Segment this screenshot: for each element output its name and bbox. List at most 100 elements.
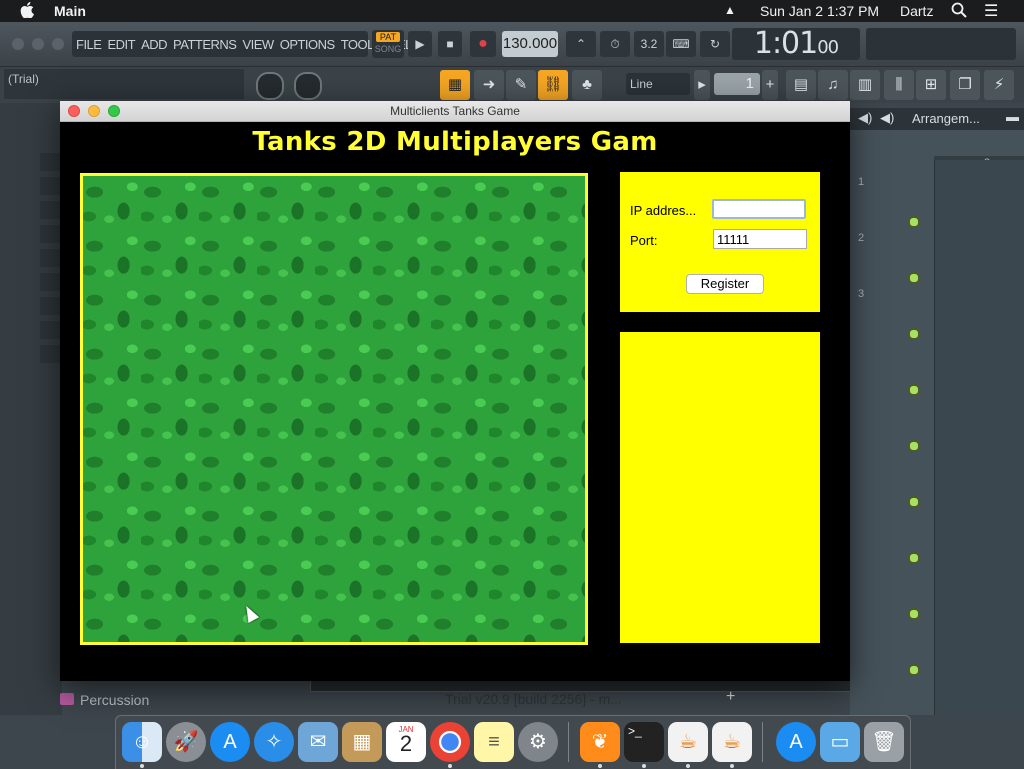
pencil-tool-icon[interactable]: ✎: [506, 70, 536, 100]
stop-icon[interactable]: ■: [438, 31, 462, 57]
arrangement-selector[interactable]: Arrangem...: [912, 111, 980, 126]
playlist-view-icon[interactable]: ▤: [786, 70, 816, 100]
app-store-icon[interactable]: A: [210, 722, 250, 762]
launchpad-icon[interactable]: 🚀: [166, 722, 206, 762]
ip-address-input[interactable]: [712, 199, 806, 219]
calendar-icon[interactable]: JAN 2: [386, 722, 426, 762]
fl-menu-file[interactable]: FILE: [76, 37, 102, 52]
plugin-icon[interactable]: ⚡: [984, 70, 1014, 100]
mixer-view-icon[interactable]: ⫼: [884, 70, 914, 100]
minimize-panel-icon[interactable]: ▬: [1006, 109, 1019, 124]
pattern-add-icon[interactable]: +: [762, 70, 778, 100]
loop-record-icon[interactable]: ↻: [700, 31, 730, 57]
browser-row[interactable]: [40, 273, 62, 291]
downloads-folder-icon[interactable]: ▭: [820, 722, 860, 762]
fl-menu-add[interactable]: ADD: [141, 37, 167, 52]
countdown-icon[interactable]: 3.2: [634, 31, 664, 57]
track-mute-led[interactable]: [908, 216, 920, 228]
pattern-selector[interactable]: 1: [714, 73, 760, 95]
browser-row[interactable]: [40, 321, 62, 339]
fl-menu-view[interactable]: VIEW: [242, 37, 274, 52]
browser-row[interactable]: [40, 177, 62, 195]
fl-window-close-dot[interactable]: [12, 38, 24, 50]
piano-roll-view-icon[interactable]: ♫: [818, 70, 848, 100]
channel-rack-view-icon[interactable]: ▥: [850, 70, 880, 100]
browser-view-icon[interactable]: ⊞: [916, 70, 946, 100]
game-heading: Tanks 2D Multiplayers Gam: [252, 127, 658, 157]
track-mute-led[interactable]: [908, 552, 920, 564]
wait-input-icon[interactable]: ⏱: [600, 31, 630, 57]
java-icon[interactable]: ☕: [668, 722, 708, 762]
record-icon[interactable]: ●: [470, 31, 496, 57]
spotlight-search-icon[interactable]: [951, 2, 967, 21]
eject-icon[interactable]: ▲: [724, 3, 736, 17]
system-preferences-icon[interactable]: ⚙: [518, 722, 558, 762]
dock: ☺ 🚀 A ✧ ✉ ▦ JAN 2 ≡ ⚙ ❦ >_ ☕ ☕ A ▭ 🗑: [115, 715, 911, 769]
port-input[interactable]: [713, 229, 807, 249]
master-volume-knob[interactable]: [256, 72, 284, 100]
stamp-icon[interactable]: ♣: [572, 70, 602, 100]
terminal-icon[interactable]: >_: [624, 722, 664, 762]
audio-icon[interactable]: ◀): [880, 110, 894, 126]
fl-window-min-dot[interactable]: [32, 38, 44, 50]
app-name-menu[interactable]: Main: [54, 3, 86, 19]
browser-row[interactable]: [40, 225, 62, 243]
track-mute-led[interactable]: [908, 384, 920, 396]
play-icon[interactable]: ▶: [408, 31, 432, 57]
browser-row[interactable]: [40, 249, 62, 267]
dock-separator: [762, 722, 763, 762]
browser-row[interactable]: [40, 153, 62, 171]
track-mute-led[interactable]: [908, 272, 920, 284]
running-indicator: [730, 764, 734, 768]
master-pitch-knob[interactable]: [294, 72, 322, 100]
user-menu[interactable]: Dartz: [900, 3, 933, 19]
chrome-icon[interactable]: [430, 722, 470, 762]
browser-row[interactable]: [40, 201, 62, 219]
fl-menu-patterns[interactable]: PATTERNS: [173, 37, 237, 52]
contacts-icon[interactable]: ▦: [342, 722, 382, 762]
track-mute-led[interactable]: [908, 664, 920, 676]
fl-window-max-dot[interactable]: [52, 38, 64, 50]
notification-center-icon[interactable]: ☰: [984, 1, 998, 21]
pattern-prev-icon[interactable]: ▸: [694, 70, 710, 100]
track-mute-led[interactable]: [908, 496, 920, 508]
menu-clock[interactable]: Sun Jan 2 1:37 PM: [760, 3, 879, 19]
track-mute-led[interactable]: [908, 328, 920, 340]
fl-studio-icon[interactable]: ❦: [580, 722, 620, 762]
fl-menu-edit[interactable]: EDIT: [107, 37, 135, 52]
metronome-icon[interactable]: ⌃: [566, 31, 596, 57]
window-title: Multiclients Tanks Game: [390, 104, 520, 118]
finder-icon[interactable]: ☺: [122, 722, 162, 762]
running-indicator: [642, 764, 646, 768]
speaker-icon[interactable]: ◀): [858, 110, 872, 126]
arrow-tool-icon[interactable]: ➜: [474, 70, 504, 100]
pat-song-toggle[interactable]: PAT SONG: [372, 30, 404, 58]
apple-icon[interactable]: [20, 2, 34, 22]
song-label: SONG: [374, 44, 402, 54]
safari-icon[interactable]: ✧: [254, 722, 294, 762]
browser-row[interactable]: [40, 345, 62, 363]
project-icon[interactable]: ❐: [950, 70, 980, 100]
browser-row[interactable]: [40, 297, 62, 315]
trash-icon[interactable]: 🗑: [864, 722, 904, 762]
game-map[interactable]: [83, 176, 585, 642]
step-edit-icon[interactable]: ⌨: [666, 31, 696, 57]
info-panel: [620, 332, 820, 643]
browser-item-percussion[interactable]: Percussion: [52, 690, 162, 712]
window-titlebar[interactable]: Multiclients Tanks Game: [60, 101, 850, 122]
playlist-grid[interactable]: [934, 160, 1024, 715]
register-button[interactable]: Register: [686, 274, 764, 294]
java-icon[interactable]: ☕: [712, 722, 752, 762]
link-icon[interactable]: ⛓: [538, 70, 568, 100]
tempo-display[interactable]: 130.000: [502, 31, 558, 57]
mail-icon[interactable]: ✉: [298, 722, 338, 762]
app-store-icon[interactable]: A: [776, 722, 816, 762]
notes-icon[interactable]: ≡: [474, 722, 514, 762]
add-icon[interactable]: +: [726, 688, 735, 706]
track-number: 2: [858, 232, 865, 244]
track-mute-led[interactable]: [908, 608, 920, 620]
snap-to-grid-icon[interactable]: ▦: [440, 70, 470, 100]
track-mute-led[interactable]: [908, 440, 920, 452]
fl-menu-options[interactable]: OPTIONS: [280, 37, 336, 52]
snap-select[interactable]: Line: [626, 73, 690, 95]
